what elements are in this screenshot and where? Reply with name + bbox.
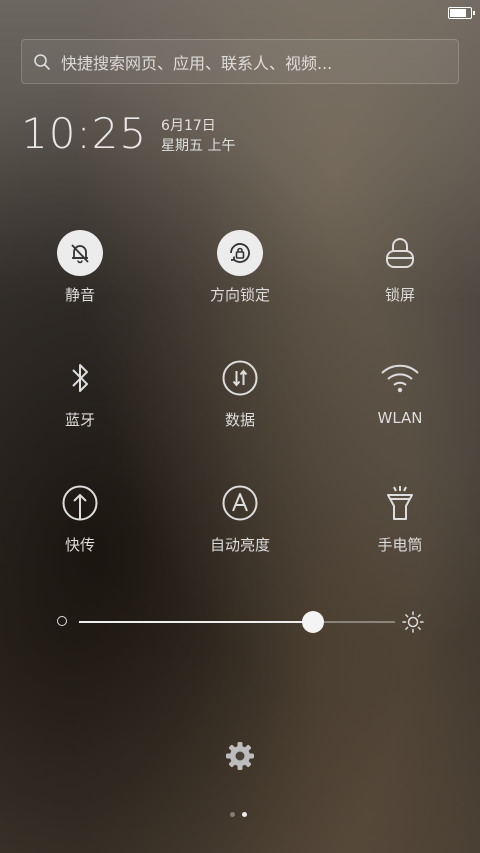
toggle-wlan[interactable]: WLAN	[320, 355, 480, 427]
date-block: 6月17日 星期五 上午	[161, 116, 235, 156]
toggle-label: 方向锁定	[209, 286, 270, 304]
brightness-high-icon	[402, 611, 424, 633]
toggle-label: 锁屏	[384, 286, 415, 304]
toggle-bluetooth[interactable]: 蓝牙	[0, 355, 160, 430]
clock-area: 10:25 6月17日 星期五 上午	[21, 110, 236, 158]
flashlight-icon	[377, 480, 423, 526]
brightness-low-icon	[57, 616, 67, 626]
rotation-lock-icon	[217, 230, 263, 276]
toggle-label: 自动亮度	[209, 536, 270, 554]
search-placeholder: 快捷搜索网页、应用、联系人、视频...	[61, 53, 333, 73]
mobile-data-icon	[217, 355, 263, 401]
toggle-flashlight[interactable]: 手电筒	[320, 480, 480, 555]
brightness-track[interactable]	[79, 611, 395, 633]
toggle-lock-screen[interactable]: 锁屏	[320, 230, 480, 305]
toggle-label: 手电筒	[377, 536, 423, 554]
brightness-thumb[interactable]	[301, 611, 324, 633]
search-bar[interactable]: 快捷搜索网页、应用、联系人、视频...	[21, 39, 459, 84]
auto-brightness-icon	[217, 480, 263, 526]
brightness-slider[interactable]	[55, 608, 425, 636]
weekday-text: 星期五 上午	[161, 138, 236, 154]
wifi-icon	[377, 355, 423, 401]
brightness-fill	[79, 621, 313, 623]
page-indicator	[230, 812, 247, 817]
lock-icon	[377, 230, 423, 276]
page-dot-active	[242, 812, 247, 817]
toggle-label: 快传	[64, 536, 95, 554]
quick-transfer-icon	[57, 480, 103, 526]
toggle-label: 蓝牙	[64, 411, 95, 429]
status-bar	[0, 0, 480, 28]
clock-time: 10:25	[21, 109, 148, 158]
toggle-quick-transfer[interactable]: 快传	[0, 480, 160, 555]
toggle-label: WLAN	[377, 409, 423, 427]
toggle-rotation-lock[interactable]: 方向锁定	[160, 230, 320, 305]
bluetooth-icon	[57, 355, 103, 401]
toggle-mobile-data[interactable]: 数据	[160, 355, 320, 430]
date-text: 6月17日	[161, 118, 216, 134]
search-icon	[34, 53, 50, 70]
settings-gear-icon[interactable]	[224, 740, 256, 772]
battery-icon	[448, 7, 475, 19]
toggle-mute[interactable]: 静音	[0, 230, 160, 305]
toggle-auto-brightness[interactable]: 自动亮度	[160, 480, 320, 555]
page-dot	[230, 812, 235, 817]
bell-off-icon	[57, 230, 103, 276]
toggle-label: 数据	[224, 411, 255, 429]
toggle-label: 静音	[64, 286, 95, 304]
